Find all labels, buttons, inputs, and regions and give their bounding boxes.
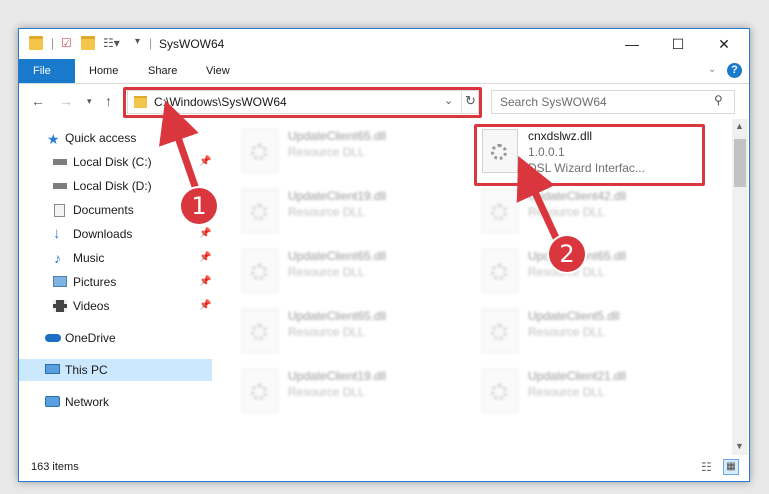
arrow-to-address — [159, 100, 202, 197]
arrow-to-file — [516, 155, 561, 242]
annotation-arrows — [159, 100, 561, 242]
callout-badge-1: 1 — [181, 188, 217, 224]
callout-badge-2: 2 — [549, 236, 585, 272]
